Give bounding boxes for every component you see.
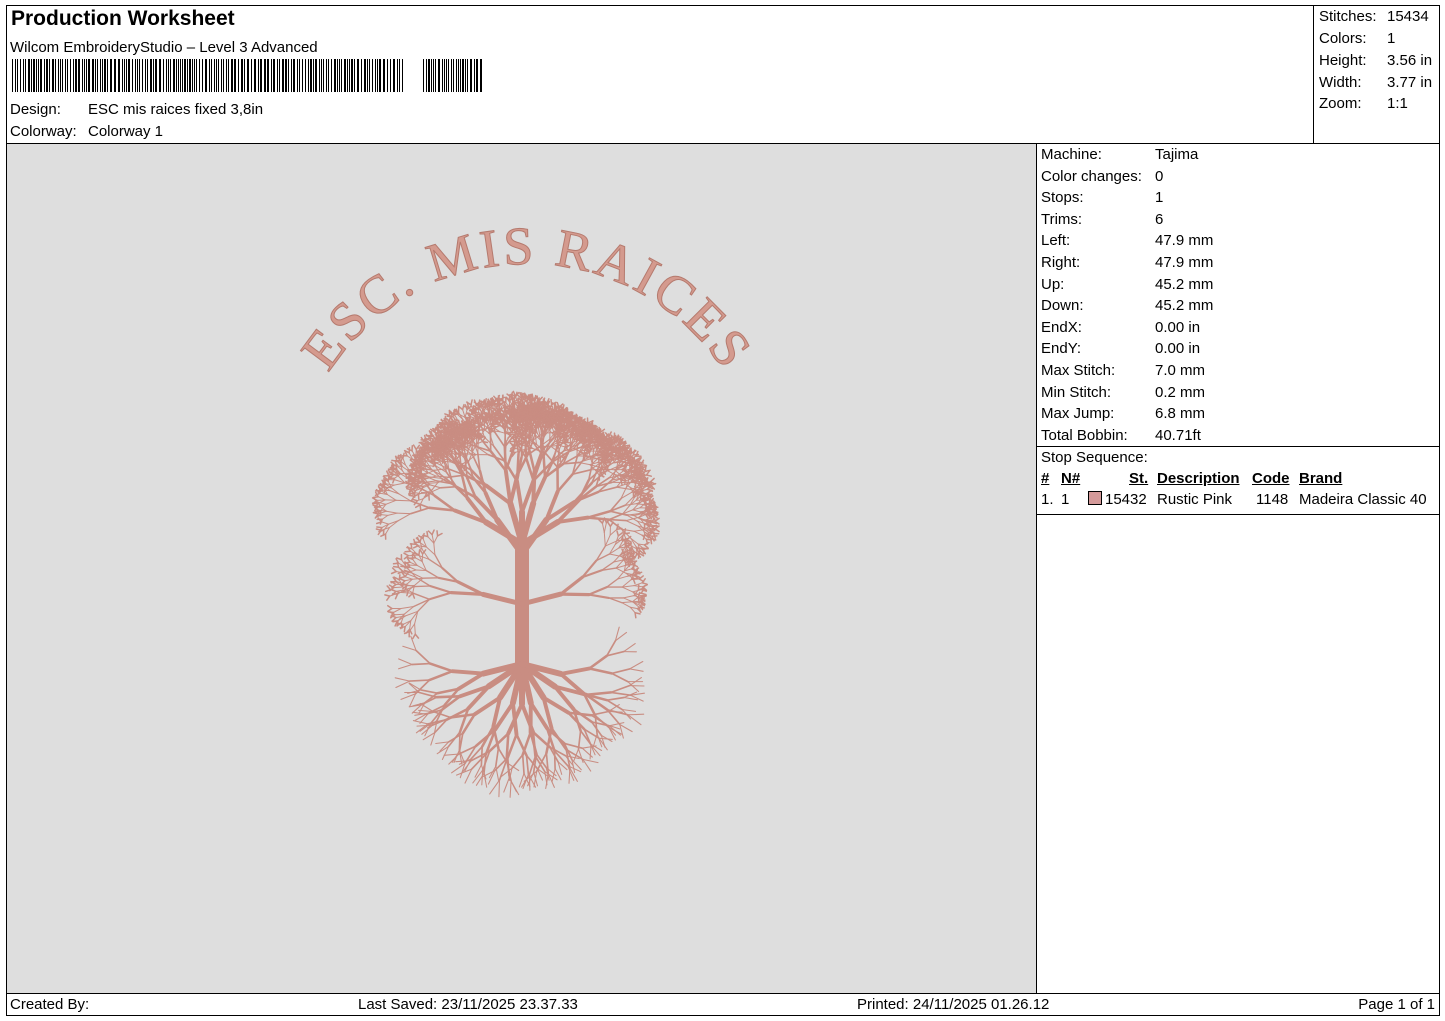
info-value: 6.8 mm	[1155, 405, 1206, 423]
col-brand: Brand	[1299, 470, 1343, 487]
info-row: Right: 47.9 mm	[1041, 254, 1213, 271]
info-label: Left:	[1041, 232, 1071, 250]
info-row: EndY: 0.00 in	[1041, 340, 1200, 357]
info-label: Max Jump:	[1041, 405, 1115, 423]
row-num: 1.	[1041, 491, 1054, 508]
divider	[1037, 514, 1440, 515]
created-by: Created By:	[10, 996, 90, 1013]
col-description: Description	[1157, 470, 1240, 487]
info-value: 45.2 mm	[1155, 275, 1214, 293]
design-arc-text: ESC. MIS RAICES	[289, 216, 764, 380]
info-value: 0.00 in	[1155, 318, 1201, 336]
info-label: EndY:	[1041, 340, 1082, 358]
divider	[1037, 446, 1440, 447]
stop-sequence-title: Stop Sequence:	[1041, 449, 1148, 466]
row-brand: Madeira Classic 40	[1299, 491, 1427, 508]
info-value: 0.00 in	[1155, 340, 1201, 358]
info-value: 0	[1155, 167, 1164, 185]
info-row: Machine: Tajima	[1041, 146, 1198, 163]
info-label: Total Bobbin:	[1041, 426, 1128, 444]
info-row: EndX: 0.00 in	[1041, 319, 1200, 336]
stat-stitches: Stitches: 15434	[1319, 8, 1429, 25]
design-value: ESC mis raices fixed 3,8in	[88, 101, 264, 118]
info-value: Tajima	[1155, 146, 1199, 163]
tree-of-life-icon	[371, 390, 660, 798]
stat-colors: Colors: 1	[1319, 30, 1396, 47]
colorway-label: Colorway:	[10, 123, 77, 140]
info-row: Total Bobbin: 40.71ft	[1041, 427, 1201, 444]
page-number: Page 1 of 1	[1358, 996, 1435, 1013]
design-label: Design:	[10, 101, 61, 118]
info-value: 6	[1155, 210, 1164, 228]
embroidery-design: ESC. MIS RAICES	[289, 215, 764, 798]
row-needle: 1	[1061, 491, 1070, 508]
info-value: 0.2 mm	[1155, 383, 1206, 401]
info-value: 47.9 mm	[1155, 232, 1214, 250]
info-row: Up: 45.2 mm	[1041, 276, 1213, 293]
stats-box: Stitches: 15434 Colors: 1 Height: 3.56 in W…	[1313, 5, 1440, 144]
last-saved: Last Saved: 23/11/2025 23.37.33	[358, 996, 578, 1013]
stat-width: Width: 3.77 in	[1319, 74, 1433, 91]
barcode: ,	[12, 59, 482, 92]
info-value: 1	[1155, 189, 1164, 207]
row-description: Rustic Pink	[1157, 491, 1233, 508]
software-name: Wilcom EmbroideryStudio – Level 3 Advanc…	[10, 39, 318, 56]
footer: Created By: Last Saved: 23/11/2025 23.37…	[6, 993, 1440, 1016]
info-value: 40.71ft	[1155, 426, 1201, 444]
stat-height: Height: 3.56 in	[1319, 52, 1433, 69]
col-stitches: St.	[1129, 470, 1149, 487]
svg-text:,: ,	[408, 79, 413, 92]
thread-color-swatch	[1088, 491, 1102, 505]
stat-zoom: Zoom: 1:1	[1319, 95, 1408, 112]
info-row: Stops: 1	[1041, 189, 1163, 206]
colorway-value: Colorway 1	[88, 123, 164, 140]
page-title: Production Worksheet	[11, 7, 235, 30]
info-label: Down:	[1041, 297, 1084, 315]
col-num: #	[1041, 470, 1050, 487]
info-label: Machine:	[1041, 146, 1102, 163]
info-label: Up:	[1041, 275, 1065, 293]
info-value: 47.9 mm	[1155, 254, 1214, 271]
col-code: Code	[1252, 470, 1290, 487]
info-label: EndX:	[1041, 318, 1082, 336]
col-needle: N#	[1061, 470, 1081, 487]
info-label: Stops:	[1041, 189, 1084, 207]
info-label: Min Stitch:	[1041, 383, 1112, 401]
design-row: Design: ESC mis raices fixed 3,8in	[10, 101, 263, 118]
info-row: Min Stitch: 0.2 mm	[1041, 384, 1205, 401]
info-row: Max Stitch: 7.0 mm	[1041, 362, 1205, 379]
info-row: Trims: 6	[1041, 211, 1163, 228]
row-stitches: 15432	[1105, 491, 1147, 508]
design-preview-canvas: ESC. MIS RAICES	[7, 144, 1037, 993]
colorway-row: Colorway: Colorway 1	[10, 123, 163, 140]
info-panel: Machine: Tajima Color changes: 0 Stops: 1 Trim…	[1037, 144, 1440, 993]
info-row: Down: 45.2 mm	[1041, 297, 1213, 314]
row-code: 1148	[1256, 491, 1289, 508]
info-row: Color changes: 0	[1041, 168, 1163, 185]
printed-date: Printed: 24/11/2025 01.26.12	[857, 996, 1050, 1013]
info-value: 45.2 mm	[1155, 297, 1214, 315]
info-label: Right:	[1041, 254, 1081, 271]
info-label: Trims:	[1041, 210, 1083, 228]
info-label: Max Stitch:	[1041, 362, 1116, 379]
info-row: Max Jump: 6.8 mm	[1041, 405, 1205, 422]
info-label: Color changes:	[1041, 167, 1142, 185]
info-value: 7.0 mm	[1155, 362, 1206, 379]
info-row: Left: 47.9 mm	[1041, 232, 1213, 249]
